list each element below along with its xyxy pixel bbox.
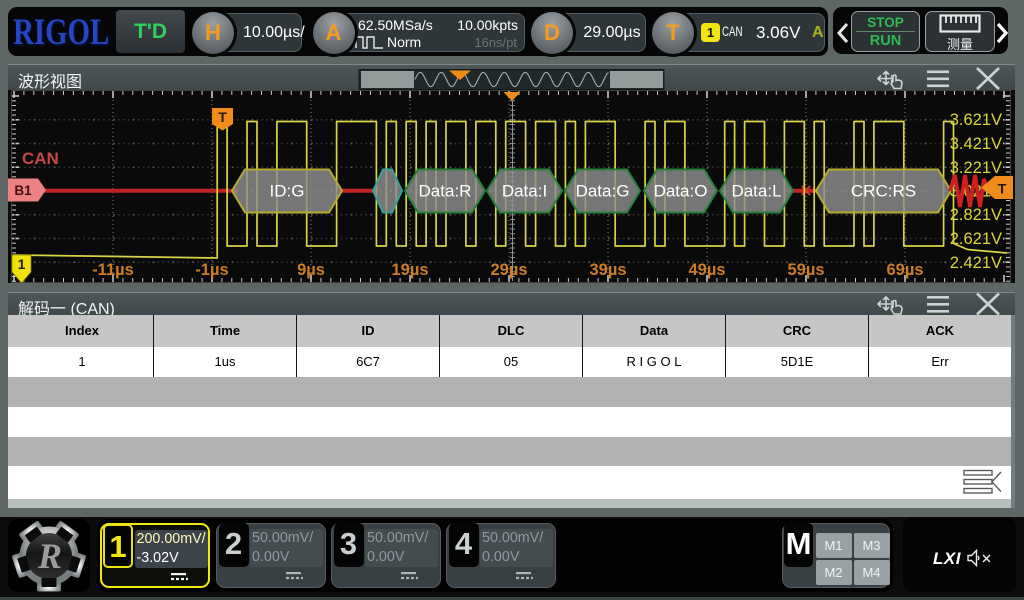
svg-text:R: R <box>37 536 62 576</box>
